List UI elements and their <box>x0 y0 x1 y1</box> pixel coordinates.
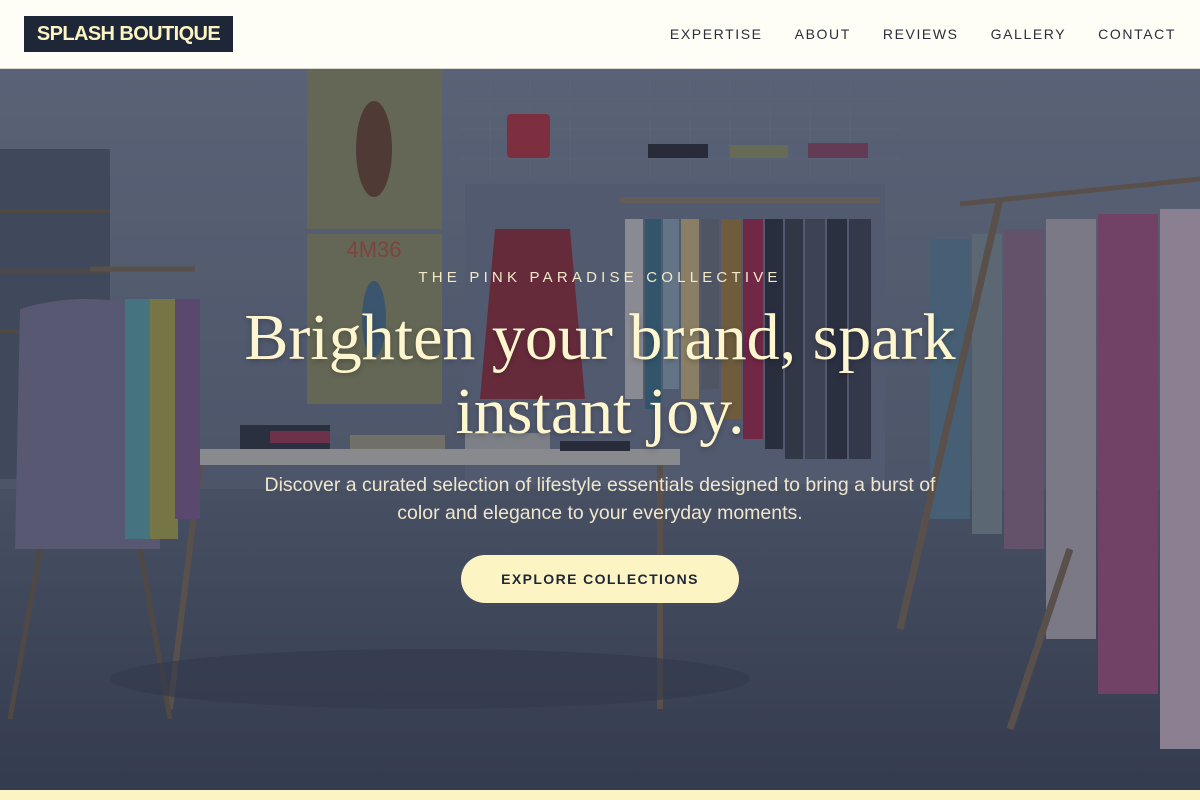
hero-content: THE PINK PARADISE COLLECTIVE Brighten yo… <box>0 69 1200 790</box>
main-nav: EXPERTISE ABOUT REVIEWS GALLERY CONTACT <box>670 0 1176 68</box>
bottom-accent-strip <box>0 790 1200 800</box>
nav-link-contact[interactable]: CONTACT <box>1098 26 1176 42</box>
site-header: SPLASH BOUTIQUE EXPERTISE ABOUT REVIEWS … <box>0 0 1200 69</box>
hero-section: 4M36 THE PINK PARADISE COLLECTIVE Bright… <box>0 69 1200 790</box>
hero-eyebrow: THE PINK PARADISE COLLECTIVE <box>418 269 782 286</box>
nav-link-gallery[interactable]: GALLERY <box>991 26 1067 42</box>
nav-link-about[interactable]: ABOUT <box>795 26 851 42</box>
explore-collections-button[interactable]: EXPLORE COLLECTIONS <box>461 555 739 603</box>
hero-subtext: Discover a curated selection of lifestyl… <box>264 474 936 524</box>
nav-link-expertise[interactable]: EXPERTISE <box>670 26 763 42</box>
hero-headline: Brighten your brand, spark instant joy. <box>244 301 956 448</box>
nav-link-reviews[interactable]: REVIEWS <box>883 26 959 42</box>
logo[interactable]: SPLASH BOUTIQUE <box>24 16 233 52</box>
